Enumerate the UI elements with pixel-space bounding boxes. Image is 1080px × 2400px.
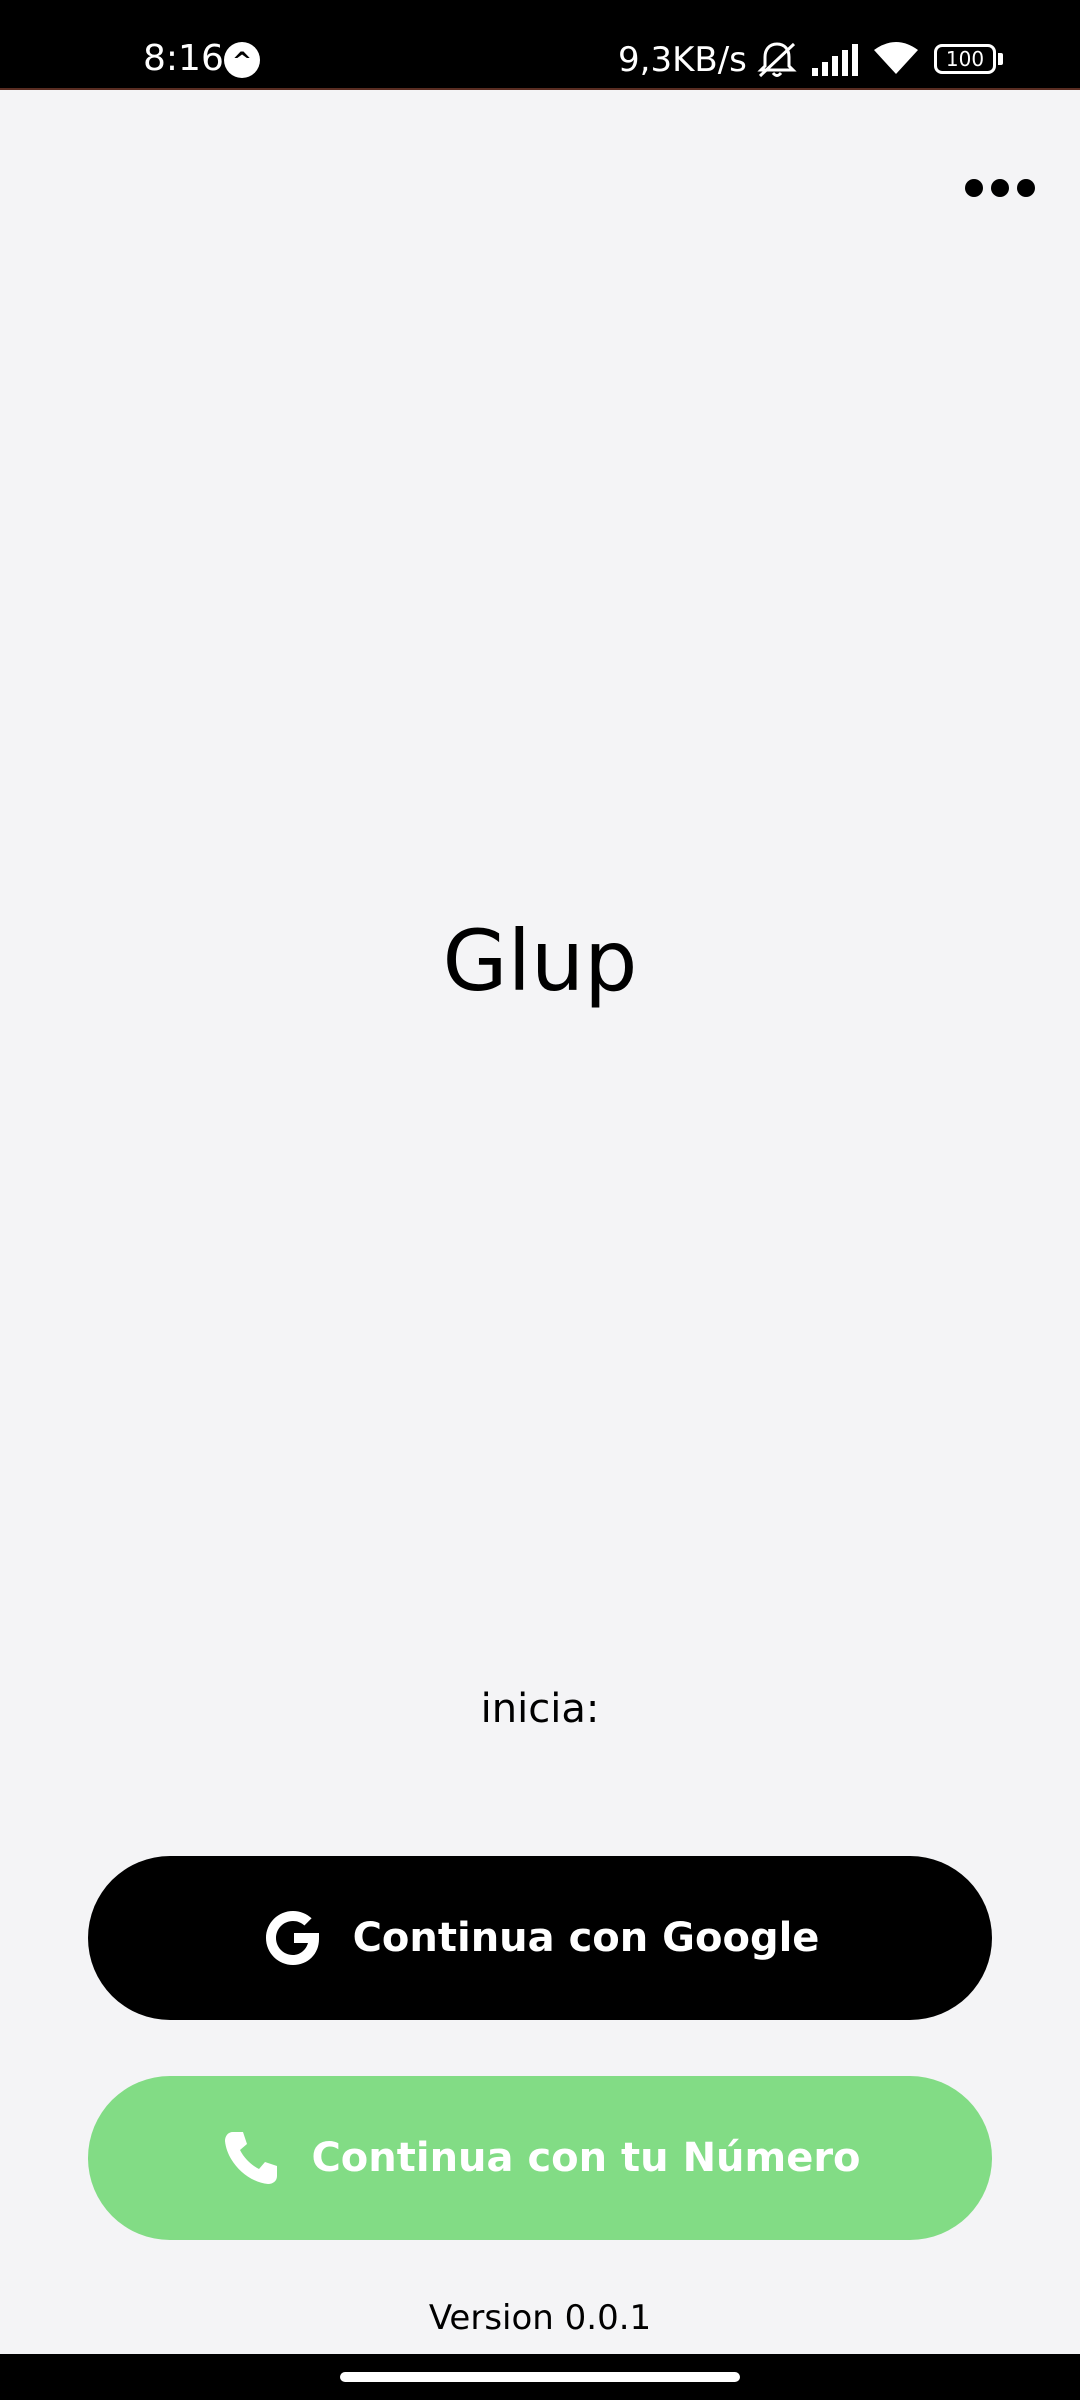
wifi-icon — [872, 40, 920, 81]
home-indicator[interactable] — [340, 2372, 740, 2382]
continue-with-phone-button[interactable]: Continua con tu Número — [88, 2076, 992, 2240]
continue-with-google-button[interactable]: Continua con Google — [88, 1856, 992, 2020]
status-divider — [0, 88, 1080, 90]
more-options-button[interactable] — [960, 168, 1040, 208]
app-screen: 8:16 ^ 9,3KB/s 100 Glup inicia: Continua… — [0, 0, 1080, 2400]
more-horizontal-icon — [991, 179, 1009, 197]
start-label: inicia: — [480, 1686, 600, 1732]
system-navigation-bar — [0, 2354, 1080, 2400]
phone-button-label: Continua con tu Número — [311, 2135, 861, 2181]
mute-bell-icon — [754, 40, 800, 85]
version-label: Version 0.0.1 — [428, 2298, 652, 2338]
more-horizontal-icon — [1017, 179, 1035, 197]
more-horizontal-icon — [965, 179, 983, 197]
app-title: Glup — [442, 912, 638, 1010]
phone-icon — [219, 2126, 283, 2190]
status-time: 8:16 — [143, 38, 224, 79]
battery-indicator: 100 — [934, 44, 996, 74]
google-icon — [261, 1906, 325, 1970]
navigation-arrow-icon: ^ — [224, 42, 260, 78]
network-speed: 9,3KB/s — [618, 40, 747, 80]
google-button-label: Continua con Google — [352, 1915, 820, 1961]
signal-icon — [812, 44, 860, 81]
battery-tip — [998, 53, 1003, 65]
status-bar: 8:16 ^ 9,3KB/s 100 — [0, 0, 1080, 90]
